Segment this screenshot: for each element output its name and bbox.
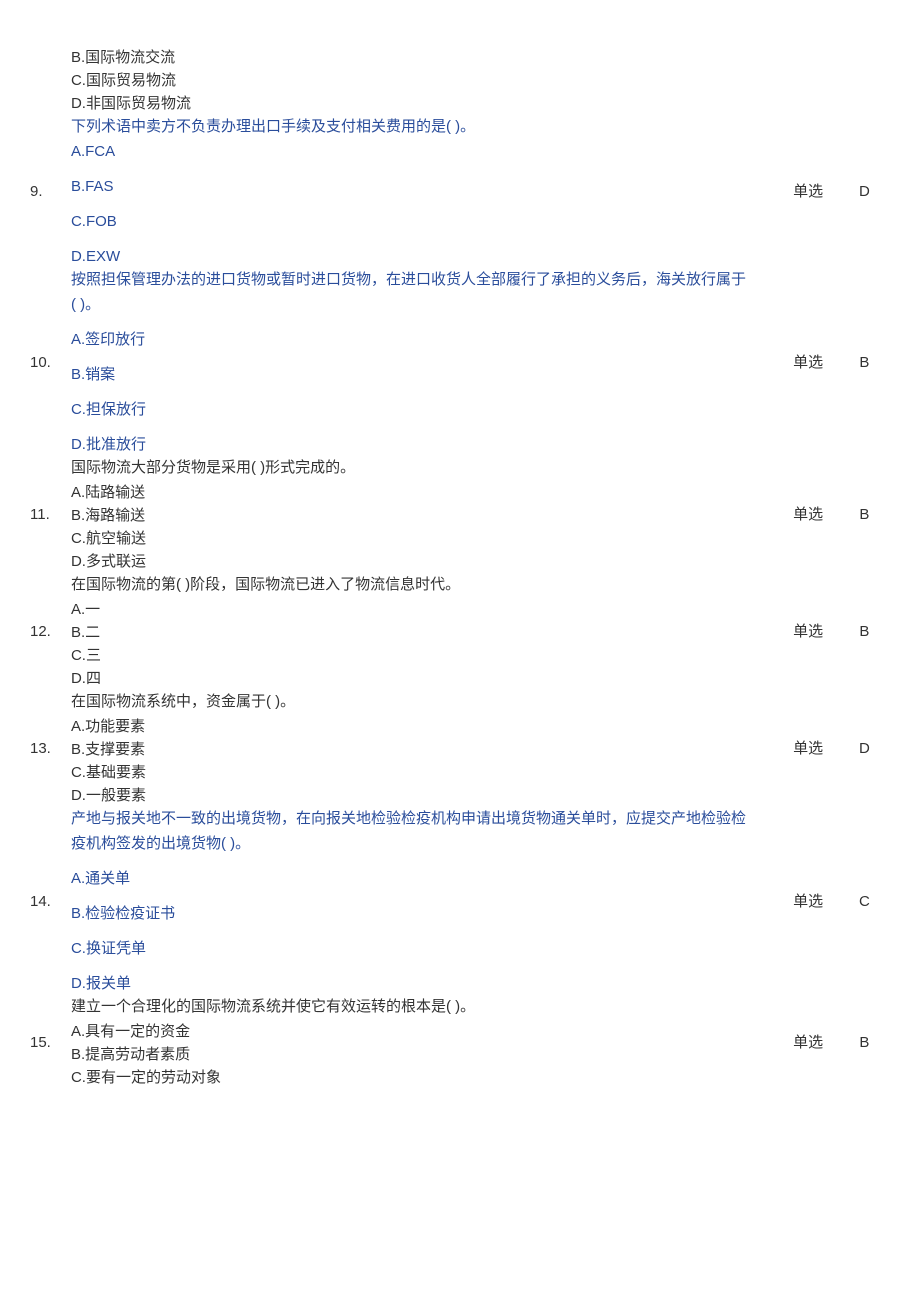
table-row: 14. 产地与报关地不一致的出境货物，在向报关地检验检疫机构申请出境货物通关单时…: [30, 807, 890, 995]
question-number: 14.: [30, 807, 71, 995]
option-text: B.海路输送: [71, 504, 777, 527]
option-text: A.通关单: [71, 867, 777, 890]
option-text: B.提高劳动者素质: [71, 1043, 777, 1066]
option-text: D.批准放行: [71, 433, 777, 456]
question-table: B.国际物流交流 C.国际贸易物流 D.非国际贸易物流 9. 下列术语中卖方不负…: [30, 20, 890, 1089]
table-row: 15. 建立一个合理化的国际物流系统并使它有效运转的根本是( )。 A.具有一定…: [30, 995, 890, 1089]
question-answer: D: [839, 690, 890, 807]
option-text: D.报关单: [71, 972, 777, 995]
option-text: C.国际贸易物流: [71, 69, 777, 92]
table-row: B.国际物流交流 C.国际贸易物流 D.非国际贸易物流: [30, 20, 890, 115]
question-body: B.国际物流交流 C.国际贸易物流 D.非国际贸易物流: [71, 20, 777, 115]
question-type: 单选: [777, 995, 838, 1089]
option-text: C.三: [71, 644, 777, 667]
option-text: D.四: [71, 667, 777, 690]
question-stem: 在国际物流系统中，资金属于( )。: [71, 690, 777, 713]
option-text: A.FCA: [71, 140, 777, 163]
option-text: D.一般要素: [71, 784, 777, 807]
question-answer: [839, 20, 890, 115]
question-stem: 下列术语中卖方不负责办理出口手续及支付相关费用的是( )。: [71, 115, 777, 138]
option-text: C.航空输送: [71, 527, 777, 550]
table-row: 11. 国际物流大部分货物是采用( )形式完成的。 A.陆路输送 B.海路输送 …: [30, 456, 890, 573]
option-text: B.FAS: [71, 175, 777, 198]
question-answer: B: [839, 268, 890, 456]
option-text: C.要有一定的劳动对象: [71, 1066, 777, 1089]
question-answer: B: [839, 456, 890, 573]
question-body: 产地与报关地不一致的出境货物，在向报关地检验检疫机构申请出境货物通关单时，应提交…: [71, 807, 777, 995]
question-number: [30, 20, 71, 115]
option-text: B.国际物流交流: [71, 46, 777, 69]
question-body: 建立一个合理化的国际物流系统并使它有效运转的根本是( )。 A.具有一定的资金 …: [71, 995, 777, 1089]
question-type: 单选: [777, 807, 838, 995]
question-body: 按照担保管理办法的进口货物或暂时进口货物，在进口收货人全部履行了承担的义务后，海…: [71, 268, 777, 456]
question-type: 单选: [777, 268, 838, 456]
option-text: C.担保放行: [71, 398, 777, 421]
option-text: B.二: [71, 621, 777, 644]
option-text: A.签印放行: [71, 328, 777, 351]
option-text: A.一: [71, 598, 777, 621]
option-text: B.支撑要素: [71, 738, 777, 761]
option-text: C.基础要素: [71, 761, 777, 784]
question-stem: 在国际物流的第( )阶段，国际物流已进入了物流信息时代。: [71, 573, 777, 596]
option-text: D.多式联运: [71, 550, 777, 573]
option-text: C.换证凭单: [71, 937, 777, 960]
question-type: 单选: [777, 573, 838, 690]
question-stem: 国际物流大部分货物是采用( )形式完成的。: [71, 456, 777, 479]
question-body: 国际物流大部分货物是采用( )形式完成的。 A.陆路输送 B.海路输送 C.航空…: [71, 456, 777, 573]
question-body: 下列术语中卖方不负责办理出口手续及支付相关费用的是( )。 A.FCA B.FA…: [71, 115, 777, 268]
question-answer: B: [839, 995, 890, 1089]
question-answer: B: [839, 573, 890, 690]
question-number: 15.: [30, 995, 71, 1089]
question-stem: 按照担保管理办法的进口货物或暂时进口货物，在进口收货人全部履行了承担的义务后，海…: [71, 268, 777, 291]
question-number: 13.: [30, 690, 71, 807]
table-row: 9. 下列术语中卖方不负责办理出口手续及支付相关费用的是( )。 A.FCA B…: [30, 115, 890, 268]
option-text: A.具有一定的资金: [71, 1020, 777, 1043]
question-answer: C: [839, 807, 890, 995]
exam-page: B.国际物流交流 C.国际贸易物流 D.非国际贸易物流 9. 下列术语中卖方不负…: [0, 0, 920, 1302]
question-type: 单选: [777, 690, 838, 807]
option-text: B.销案: [71, 363, 777, 386]
question-number: 9.: [30, 115, 71, 268]
table-row: 12. 在国际物流的第( )阶段，国际物流已进入了物流信息时代。 A.一 B.二…: [30, 573, 890, 690]
question-answer: D: [839, 115, 890, 268]
option-text: A.功能要素: [71, 715, 777, 738]
question-body: 在国际物流系统中，资金属于( )。 A.功能要素 B.支撑要素 C.基础要素 D…: [71, 690, 777, 807]
question-stem: ( )。: [71, 293, 777, 316]
question-body: 在国际物流的第( )阶段，国际物流已进入了物流信息时代。 A.一 B.二 C.三…: [71, 573, 777, 690]
question-type: 单选: [777, 115, 838, 268]
question-type: 单选: [777, 456, 838, 573]
option-text: D.EXW: [71, 245, 777, 268]
question-number: 10.: [30, 268, 71, 456]
question-type: [777, 20, 838, 115]
question-number: 12.: [30, 573, 71, 690]
option-text: B.检验检疫证书: [71, 902, 777, 925]
option-text: A.陆路输送: [71, 481, 777, 504]
question-stem: 产地与报关地不一致的出境货物，在向报关地检验检疫机构申请出境货物通关单时，应提交…: [71, 807, 777, 830]
question-number: 11.: [30, 456, 71, 573]
table-row: 13. 在国际物流系统中，资金属于( )。 A.功能要素 B.支撑要素 C.基础…: [30, 690, 890, 807]
question-stem: 疫机构签发的出境货物( )。: [71, 832, 777, 855]
option-text: C.FOB: [71, 210, 777, 233]
question-stem: 建立一个合理化的国际物流系统并使它有效运转的根本是( )。: [71, 995, 777, 1018]
option-text: D.非国际贸易物流: [71, 92, 777, 115]
table-row: 10. 按照担保管理办法的进口货物或暂时进口货物，在进口收货人全部履行了承担的义…: [30, 268, 890, 456]
